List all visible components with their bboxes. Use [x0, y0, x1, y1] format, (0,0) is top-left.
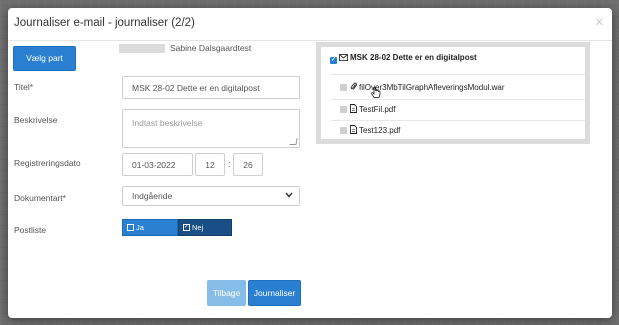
- back-button[interactable]: Tilbage: [207, 280, 246, 306]
- minute-value: 26: [243, 159, 253, 170]
- postliste-nej-toggle[interactable]: ✓ Nej: [178, 219, 232, 236]
- postliste-ja-toggle[interactable]: Ja: [122, 219, 178, 236]
- party-placeholder-bar: [119, 44, 165, 53]
- document-type-select[interactable]: Indgående: [122, 186, 300, 206]
- title-input[interactable]: MSK 28-02 Dette er en digitalpost: [122, 76, 300, 99]
- checkbox-icon[interactable]: [340, 127, 347, 134]
- resize-handle-icon[interactable]: [289, 138, 298, 145]
- description-textarea[interactable]: Indtast beskrivelse: [122, 109, 300, 148]
- tree-item-label: TestFil.pdf: [359, 105, 396, 114]
- checkbox-icon[interactable]: [340, 84, 347, 91]
- tree-root-item[interactable]: ✓ MSK 28-02 Dette er en digitalpost: [330, 53, 477, 64]
- postliste-label: Postliste: [14, 225, 47, 235]
- checked-checkbox-icon[interactable]: ✓: [330, 57, 337, 64]
- tree-root-label: MSK 28-02 Dette er en digitalpost: [350, 53, 477, 62]
- title-label: Titel*: [14, 82, 34, 92]
- title-input-value: MSK 28-02 Dette er en digitalpost: [132, 82, 260, 93]
- hour-value: 12: [205, 159, 215, 170]
- document-type-value: Indgående: [132, 191, 173, 201]
- chevron-down-icon: [285, 192, 293, 200]
- choose-party-button[interactable]: Vælg part: [13, 46, 76, 71]
- paperclip-icon: [350, 82, 358, 93]
- tree-divider: [331, 120, 585, 121]
- tree-item-war[interactable]: filOver3MbTilGraphAfleveringsModul.war: [340, 82, 505, 93]
- hour-input[interactable]: 12: [195, 153, 225, 176]
- description-placeholder: Indtast beskrivelse: [132, 118, 203, 128]
- time-separator: :: [228, 159, 231, 169]
- registration-date-input[interactable]: 01-03-2022: [122, 153, 193, 176]
- envelope-icon: [339, 54, 348, 63]
- registration-date-value: 01-03-2022: [132, 159, 176, 170]
- checked-box-icon: ✓: [183, 224, 190, 231]
- party-name: Sabine Dalsgaardtest: [170, 43, 252, 53]
- tree-divider: [331, 99, 585, 100]
- description-label: Beskrivelse: [14, 115, 58, 125]
- minute-input[interactable]: 26: [233, 153, 263, 176]
- file-icon: [350, 104, 357, 115]
- hand-pointer-cursor-icon: [371, 86, 381, 104]
- document-type-label: Dokumentart*: [14, 193, 66, 203]
- unchecked-box-icon: [127, 224, 134, 231]
- tree-item-testfil[interactable]: TestFil.pdf: [340, 104, 395, 115]
- postliste-nej-label: Nej: [192, 223, 204, 232]
- dialog-header: Journaliser e-mail - journaliser (2/2) ✕: [8, 8, 612, 41]
- tree-divider: [331, 74, 585, 75]
- checkbox-icon[interactable]: [340, 106, 347, 113]
- postliste-ja-label: Ja: [136, 223, 144, 232]
- journaliser-button[interactable]: Journaliser: [248, 280, 301, 306]
- close-icon[interactable]: ✕: [595, 16, 604, 29]
- registration-date-label: Registreringsdato: [14, 158, 81, 168]
- tree-item-test123[interactable]: Test123.pdf: [340, 125, 400, 136]
- dialog-title: Journaliser e-mail - journaliser (2/2): [14, 17, 195, 29]
- tree-item-label: Test123.pdf: [359, 126, 401, 135]
- file-icon: [350, 125, 357, 136]
